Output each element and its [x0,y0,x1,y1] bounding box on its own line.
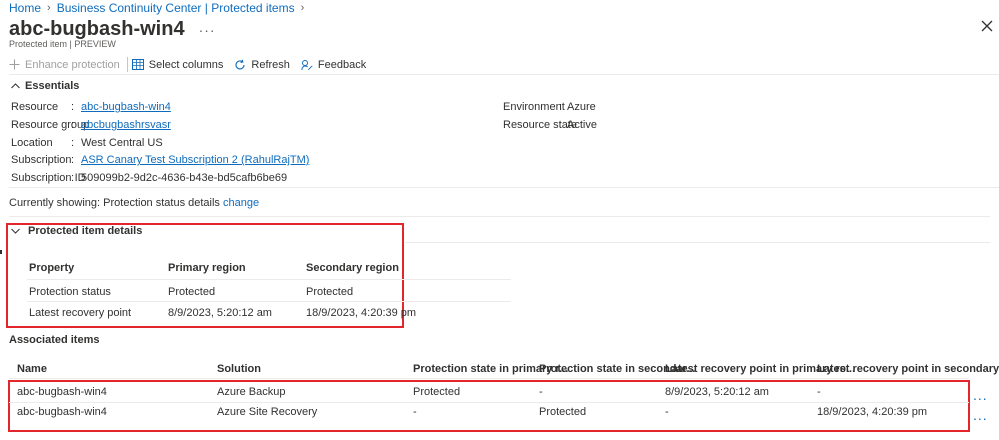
column-header-latest-recovery-secondary[interactable]: Latest recovery point in secondary ... [817,363,999,375]
currently-showing-text: Currently showing: Protection status det… [9,197,220,209]
property-cell: Protection status [29,286,111,298]
subscription-id-value: 509099b2-9d2c-4636-b43e-bd5cafb6be69 [81,172,288,184]
solution-cell: Azure Backup [217,386,286,398]
enhance-protection-label: Enhance protection [25,58,120,71]
chevron-up-icon [11,83,20,89]
table-divider [9,378,969,379]
breadcrumb-protected-items[interactable]: Business Continuity Center | Protected i… [57,1,295,15]
feedback-label: Feedback [317,58,367,71]
essentials-toggle[interactable]: Essentials [11,80,79,92]
breadcrumb-home[interactable]: Home [9,1,41,15]
associated-item-name-link[interactable]: abc-bugbash-win4 [17,386,107,398]
associated-items-title: Associated items [9,334,100,346]
select-columns-label: Select columns [148,58,224,71]
latest-recovery-primary-cell: - [665,406,669,418]
secondary-region-cell: Protected [306,286,354,298]
table-divider [27,301,511,302]
refresh-button[interactable]: Refresh [234,59,290,71]
select-columns-button[interactable]: Select columns [131,58,224,71]
column-header-name[interactable]: Name [17,363,47,375]
table-divider [27,279,511,280]
associated-item-name-link[interactable]: abc-bugbash-win4 [17,406,107,418]
breadcrumb: Home › Business Continuity Center | Prot… [9,1,304,15]
refresh-label: Refresh [251,58,290,71]
latest-recovery-primary-cell: 8/9/2023, 5:20:12 am [665,386,769,398]
page-subtitle: Protected item | PREVIEW [9,39,116,49]
solution-cell: Azure Site Recovery [217,406,318,418]
essentials-label: Resource state [503,119,577,131]
section-divider [9,216,990,217]
protection-state-primary-cell: - [413,406,417,418]
essentials-label: Environment [503,101,565,113]
location-value: West Central US [81,137,163,149]
close-icon[interactable] [979,18,995,34]
row-more-button[interactable]: ... [973,407,988,423]
page-header: abc-bugbash-win4 ··· [9,18,216,41]
essentials-resource-state: Resource state: Active [503,119,597,131]
feedback-icon [301,59,313,70]
enhance-protection-button[interactable]: Enhance protection [9,59,120,71]
latest-recovery-secondary-cell: - [817,386,821,398]
column-header-primary-region: Primary region [168,262,246,274]
essentials-label: Resource [11,101,59,113]
latest-recovery-secondary-cell: 18/9/2023, 4:20:39 pm [817,406,928,418]
edge-marker [0,250,2,254]
essentials-resource: Resource: abc-bugbash-win4 [11,101,171,113]
toolbar-divider-line [9,74,999,75]
table-divider [9,402,969,403]
resource-group-link[interactable]: abcbugbashrsvasr [81,119,171,131]
row-more-button[interactable]: ... [973,387,988,403]
feedback-button[interactable]: Feedback [301,59,366,71]
property-cell: Latest recovery point [29,307,132,319]
more-options-button[interactable]: ··· [199,22,216,38]
add-icon [9,59,20,70]
essentials-label: Subscription [11,154,72,166]
environment-value: Azure [567,101,596,113]
protection-state-primary-cell: Protected [413,386,461,398]
secondary-region-cell: 18/9/2023, 4:20:39 pm [306,307,417,319]
toolbar-divider [126,57,128,72]
essentials-environment: Environment: Azure [503,101,596,113]
toolbar: Enhance protection Select columns Refres… [9,57,377,72]
currently-showing: Currently showing: Protection status det… [9,197,259,209]
resource-link[interactable]: abc-bugbash-win4 [81,101,171,113]
column-header-property: Property [29,262,75,274]
essentials-label: Subscription ID [11,172,86,184]
essentials-subscription: Subscription: ASR Canary Test Subscriptio… [11,154,310,166]
chevron-right-icon: › [47,2,51,14]
essentials-location: Location: West Central US [11,137,163,149]
subscription-link[interactable]: ASR Canary Test Subscription 2 (RahulRaj… [81,154,309,166]
protection-state-secondary-cell: - [539,386,543,398]
protection-state-secondary-cell: Protected [539,406,587,418]
essentials-label: Location [11,137,53,149]
page-title: abc-bugbash-win4 [9,18,185,40]
refresh-icon [235,59,245,69]
resource-state-value: Active [567,119,597,131]
primary-region-cell: Protected [168,286,216,298]
column-header-solution[interactable]: Solution [217,363,261,375]
essentials-subscription-id: Subscription ID: 509099b2-9d2c-4636-b43e-… [11,172,288,184]
essentials-title: Essentials [25,80,80,92]
primary-region-cell: 8/9/2023, 5:20:12 am [168,307,272,319]
columns-icon [131,59,144,70]
section-divider [405,242,990,243]
chevron-right-icon: › [300,2,305,14]
essentials-resource-group: Resource group: abcbugbashrsvasr [11,119,171,131]
change-view-link[interactable]: change [223,197,259,209]
column-header-secondary-region: Secondary region [306,262,399,274]
essentials-label: Resource group [11,119,90,131]
